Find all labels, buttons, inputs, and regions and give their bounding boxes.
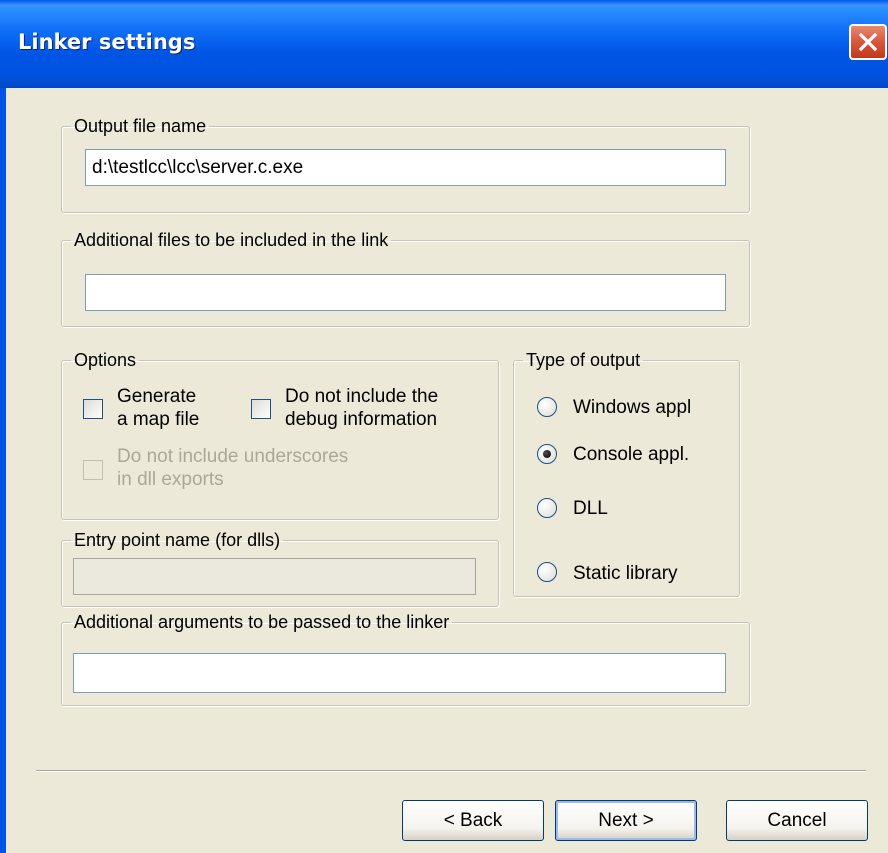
no-debug-checkbox[interactable] <box>251 399 271 419</box>
options-group: Options <box>61 350 499 520</box>
generate-map-checkbox[interactable] <box>83 399 103 419</box>
back-button[interactable]: < Back <box>402 800 544 841</box>
generate-map-label[interactable]: Generate a map file <box>117 385 199 431</box>
entry-point-legend: Entry point name (for dlls) <box>74 530 281 550</box>
output-file-legend: Output file name <box>74 116 207 136</box>
radio-dll[interactable] <box>537 498 557 518</box>
no-debug-label-line1: Do not include the <box>285 386 439 407</box>
no-underscores-label-line2: in dll exports <box>117 469 224 490</box>
radio-static-library-label[interactable]: Static library <box>573 562 678 585</box>
next-button[interactable]: Next > <box>555 800 697 841</box>
no-underscores-checkbox[interactable] <box>83 460 103 480</box>
cancel-button[interactable]: Cancel <box>726 800 868 841</box>
no-debug-label[interactable]: Do not include the debug information <box>285 385 438 431</box>
no-debug-label-line2: debug information <box>285 409 438 430</box>
output-type-legend: Type of output <box>526 350 641 370</box>
window-title: Linker settings <box>18 30 196 54</box>
additional-args-legend: Additional arguments to be passed to the… <box>74 612 450 632</box>
generate-map-label-line1: Generate <box>117 386 197 407</box>
close-icon <box>858 32 878 52</box>
generate-map-label-line2: a map file <box>117 409 200 430</box>
title-bar[interactable]: Linker settings <box>0 0 888 88</box>
no-underscores-label-line1: Do not include underscores <box>117 446 349 467</box>
no-underscores-label[interactable]: Do not include underscores in dll export… <box>117 445 348 491</box>
separator-line <box>36 770 866 772</box>
output-file-input[interactable]: d:\testlcc\lcc\server.c.exe <box>85 149 726 186</box>
radio-dll-label[interactable]: DLL <box>573 497 608 520</box>
close-button[interactable] <box>849 24 887 60</box>
radio-windows-appl-label[interactable]: Windows appl <box>573 396 691 419</box>
radio-console-appl-label[interactable]: Console appl. <box>573 443 689 466</box>
radio-windows-appl[interactable] <box>537 397 557 417</box>
additional-files-input[interactable] <box>85 274 726 311</box>
options-legend: Options <box>74 350 137 370</box>
additional-args-input[interactable] <box>73 653 726 693</box>
entry-point-input[interactable] <box>73 558 476 595</box>
radio-static-library[interactable] <box>537 562 557 582</box>
linker-settings-window: Linker settings Output file name d:\test… <box>0 0 888 853</box>
additional-files-legend: Additional files to be included in the l… <box>74 230 389 250</box>
radio-console-appl[interactable] <box>537 444 557 464</box>
dialog-client-area: Output file name d:\testlcc\lcc\server.c… <box>6 88 888 853</box>
output-type-group: Type of output <box>513 350 740 597</box>
